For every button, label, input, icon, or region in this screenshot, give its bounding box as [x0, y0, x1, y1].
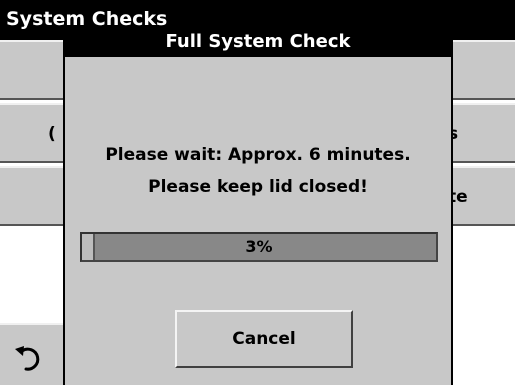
undo-arrow-icon [15, 346, 40, 371]
screen: System Checks ( s te Full System Check P… [0, 0, 515, 385]
menu-item-label-fragment: ( [48, 124, 56, 144]
progress-label: 3% [245, 237, 273, 256]
dialog-message-wait: Please wait: Approx. 6 minutes. [105, 145, 411, 165]
full-system-check-dialog: Full System Check Please wait: Approx. 6… [63, 27, 453, 385]
dialog-message-lid: Please keep lid closed! [148, 177, 368, 197]
cancel-button[interactable]: Cancel [175, 310, 353, 368]
progress-bar: 3% [80, 232, 438, 262]
dialog-title: Full System Check [65, 27, 451, 57]
